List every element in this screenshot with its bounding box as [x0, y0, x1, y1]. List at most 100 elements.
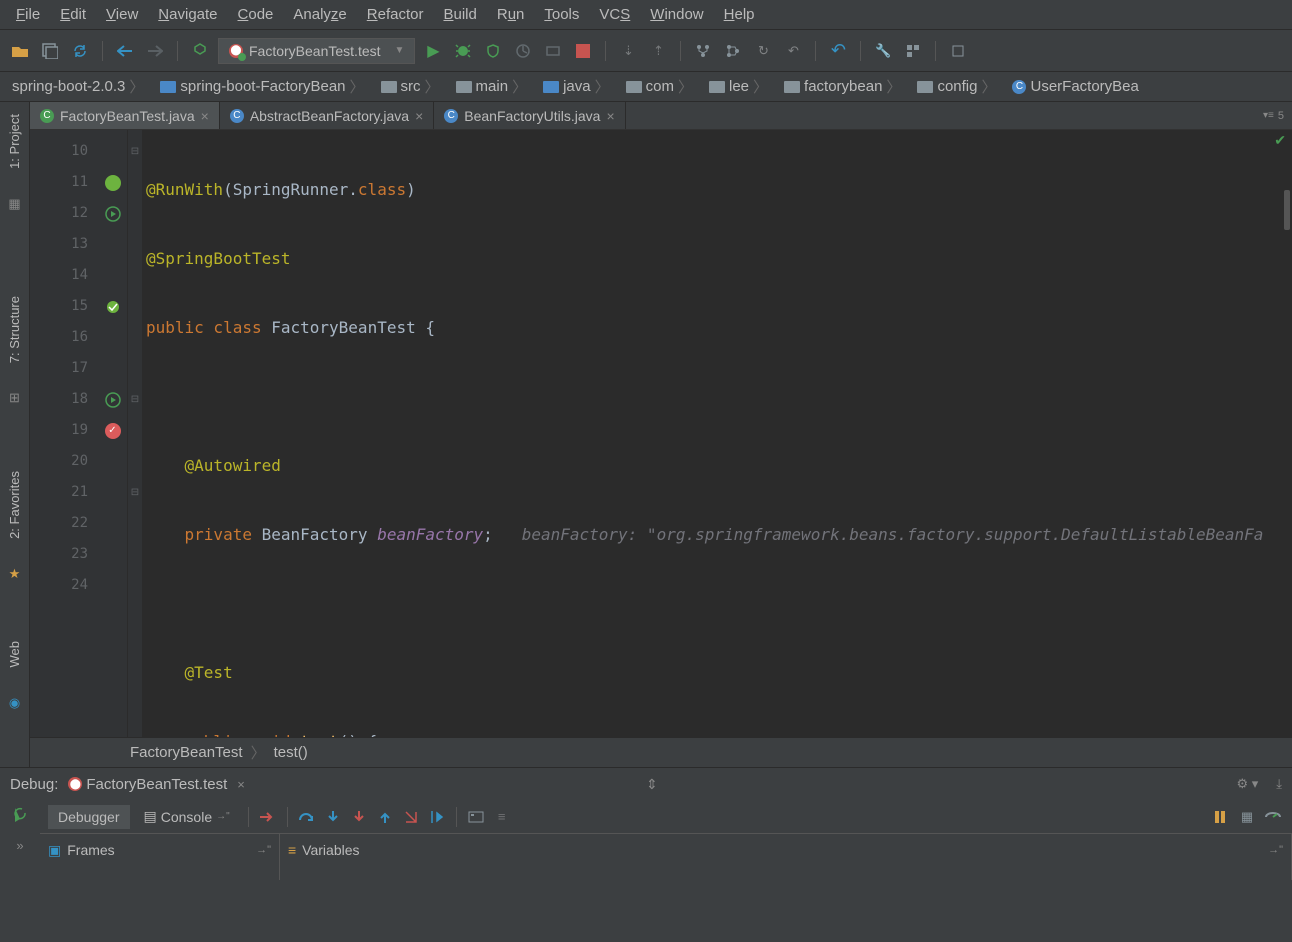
coverage-icon[interactable]: [481, 39, 505, 63]
tab-beanfactoryutils[interactable]: C BeanFactoryUtils.java ×: [434, 102, 625, 129]
gear-icon[interactable]: ⚙ ▾: [1236, 776, 1258, 792]
thread-dump-icon[interactable]: [1210, 806, 1232, 828]
tab-factorybeantest[interactable]: C FactoryBeanTest.java ×: [30, 102, 220, 129]
sync-icon[interactable]: [68, 39, 92, 63]
bean-gutter-icon[interactable]: [105, 299, 121, 315]
fold-gutter[interactable]: ⊟⊟⊟: [128, 130, 142, 737]
breadcrumb-config[interactable]: config〉: [911, 76, 1002, 97]
run-icon[interactable]: ▶: [421, 39, 445, 63]
run-to-cursor-icon[interactable]: [426, 806, 448, 828]
step-out-icon[interactable]: [374, 806, 396, 828]
breadcrumb-main[interactable]: main〉: [450, 76, 534, 97]
tool-structure[interactable]: 7: Structure: [5, 290, 24, 369]
settings-icon[interactable]: 🔧: [871, 39, 895, 63]
crumb-class[interactable]: FactoryBeanTest: [130, 744, 243, 761]
breadcrumb-module[interactable]: spring-boot-FactoryBean〉: [154, 76, 370, 97]
editor-tabs: C FactoryBeanTest.java × C AbstractBeanF…: [30, 102, 1292, 130]
rerun-icon[interactable]: [9, 804, 31, 826]
pin-icon[interactable]: →": [256, 844, 271, 856]
run-config-label: FactoryBeanTest.test: [249, 43, 381, 59]
step-into-icon[interactable]: [322, 806, 344, 828]
profile-icon[interactable]: [511, 39, 535, 63]
tool-web[interactable]: Web: [5, 635, 24, 674]
menu-build[interactable]: Build: [433, 3, 486, 26]
run-gutter-icon[interactable]: [105, 206, 121, 222]
resize-handle-icon[interactable]: ⇕: [646, 776, 658, 793]
save-all-icon[interactable]: [38, 39, 62, 63]
menu-vcs[interactable]: VCS: [589, 3, 640, 26]
debug-header: Debug: ⬤ FactoryBeanTest.test × ⇕ ⚙ ▾ ⤓: [0, 768, 1292, 800]
branch-icon[interactable]: [721, 39, 745, 63]
breadcrumb-java[interactable]: java〉: [537, 76, 616, 97]
menu-tools[interactable]: Tools: [534, 3, 589, 26]
breadcrumb-class[interactable]: CUserFactoryBea: [1006, 78, 1144, 95]
breadcrumb-factorybean[interactable]: factorybean〉: [778, 76, 907, 97]
class-icon: C: [444, 109, 458, 123]
update-icon[interactable]: ⇣: [616, 39, 640, 63]
menu-refactor[interactable]: Refactor: [357, 3, 434, 26]
main-area: 1: Project ▦ 7: Structure ⊞ 2: Favorites…: [0, 102, 1292, 767]
build-icon[interactable]: [188, 39, 212, 63]
folder-icon: [917, 81, 933, 93]
variables-pane[interactable]: ≡ Variables →": [280, 834, 1292, 880]
close-icon[interactable]: ×: [237, 777, 245, 792]
force-step-into-icon[interactable]: [348, 806, 370, 828]
drop-frame-icon[interactable]: [400, 806, 422, 828]
back-icon[interactable]: [113, 39, 137, 63]
sdk-icon[interactable]: [946, 39, 970, 63]
menu-analyze[interactable]: Analyze: [283, 3, 356, 26]
debug-icon[interactable]: [451, 39, 475, 63]
menu-window[interactable]: Window: [640, 3, 713, 26]
crumb-method[interactable]: test(): [274, 744, 308, 761]
rollback-icon[interactable]: ↶: [781, 39, 805, 63]
attach-icon[interactable]: [541, 39, 565, 63]
hide-icon[interactable]: ⤓: [1276, 776, 1282, 792]
marker-gutter[interactable]: ✓: [98, 130, 128, 737]
code-content[interactable]: @RunWith(SpringRunner.class) @SpringBoot…: [142, 130, 1292, 737]
close-icon[interactable]: ×: [415, 108, 423, 124]
forward-icon[interactable]: [143, 39, 167, 63]
breakpoint-icon[interactable]: ✓: [105, 423, 121, 439]
undo-icon[interactable]: ↶: [826, 39, 850, 63]
tab-abstractbeanfactory[interactable]: C AbstractBeanFactory.java ×: [220, 102, 434, 129]
close-icon[interactable]: ×: [201, 108, 209, 124]
breadcrumb-lee[interactable]: lee〉: [703, 76, 774, 97]
history-icon[interactable]: ↻: [751, 39, 775, 63]
menu-edit[interactable]: Edit: [50, 3, 96, 26]
tab-console[interactable]: ▤Console→": [134, 804, 240, 829]
separator: [248, 807, 249, 827]
tab-debugger[interactable]: Debugger: [48, 805, 130, 829]
open-icon[interactable]: [8, 39, 32, 63]
structure-icon[interactable]: [901, 39, 925, 63]
frames-pane[interactable]: ▣ Frames →": [40, 834, 280, 880]
menu-help[interactable]: Help: [714, 3, 765, 26]
breadcrumb-src[interactable]: src〉: [375, 76, 446, 97]
tool-project[interactable]: 1: Project: [5, 108, 24, 175]
run-gutter-icon[interactable]: [105, 392, 121, 408]
tool-favorites[interactable]: 2: Favorites: [5, 465, 24, 545]
menu-navigate[interactable]: Navigate: [148, 3, 227, 26]
vcs-icon[interactable]: [691, 39, 715, 63]
step-over-icon[interactable]: [296, 806, 318, 828]
run-config-selector[interactable]: ⬤ FactoryBeanTest.test ▼: [218, 38, 415, 64]
menu-run[interactable]: Run: [487, 3, 535, 26]
evaluate-icon[interactable]: [465, 806, 487, 828]
stop-icon[interactable]: [571, 39, 595, 63]
menu-view[interactable]: View: [96, 3, 148, 26]
debug-panes: ▣ Frames →" ≡ Variables →": [40, 834, 1292, 880]
commit-icon[interactable]: ⇡: [646, 39, 670, 63]
breadcrumb-com[interactable]: com〉: [620, 76, 699, 97]
main-toolbar: ⬤ FactoryBeanTest.test ▼ ▶ ⇣ ⇡ ↻ ↶ ↶ 🔧: [0, 30, 1292, 72]
menu-code[interactable]: Code: [228, 3, 284, 26]
breadcrumb-root[interactable]: spring-boot-2.0.3〉: [6, 76, 150, 97]
menu-file[interactable]: File: [6, 3, 50, 26]
editor-body[interactable]: ✔ 10 11 12 13 14 15 16 17 18 19 20 21 22…: [30, 130, 1292, 737]
more-icon[interactable]: »: [9, 834, 31, 856]
trace-icon[interactable]: ≡: [491, 806, 513, 828]
show-exec-point-icon[interactable]: [257, 806, 279, 828]
settings-icon[interactable]: ▦: [1236, 806, 1258, 828]
memory-icon[interactable]: [1262, 806, 1284, 828]
close-icon[interactable]: ×: [606, 108, 614, 124]
debug-config-label: FactoryBeanTest.test: [86, 776, 227, 793]
pin-icon[interactable]: →": [1268, 844, 1283, 856]
